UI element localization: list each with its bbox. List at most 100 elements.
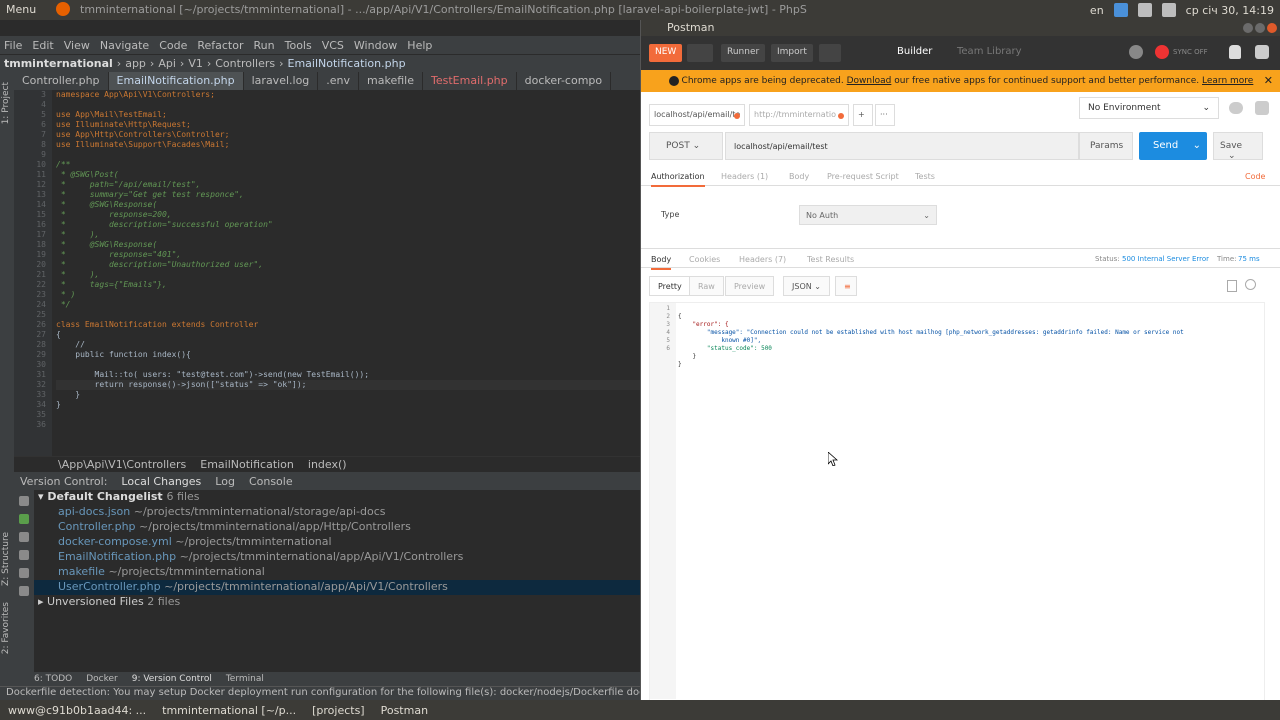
view-preview[interactable]: Preview (725, 276, 775, 296)
tab-log[interactable]: Log (215, 475, 235, 488)
code-crumb-namespace[interactable]: \App\Api\V1\Controllers (58, 458, 186, 471)
menu-refactor[interactable]: Refactor (197, 39, 243, 52)
tab-console[interactable]: Console (249, 475, 293, 488)
search-icon[interactable] (1245, 279, 1256, 290)
download-link[interactable]: Download (847, 76, 892, 86)
tab-local-changes[interactable]: Local Changes (121, 475, 201, 488)
terminal-tab[interactable]: Terminal (226, 674, 264, 684)
copy-icon[interactable] (1227, 280, 1237, 292)
auth-type-select[interactable]: No Auth ⌄ (799, 205, 937, 225)
taskbar-item-postman[interactable]: Postman (373, 704, 436, 717)
save-button[interactable]: Save ⌄ (1213, 132, 1263, 161)
close-banner-icon[interactable]: ✕ (1264, 70, 1273, 92)
language-indicator[interactable]: en (1090, 4, 1104, 17)
skype-icon[interactable] (1113, 3, 1128, 17)
download-icon[interactable] (19, 586, 29, 596)
shelve-icon[interactable] (19, 568, 29, 578)
todo-tab[interactable]: 6: TODO (34, 674, 72, 684)
send-button[interactable]: Send ⌄ (1139, 132, 1207, 160)
tab-authorization[interactable]: Authorization (651, 172, 705, 187)
close-icon[interactable] (1267, 23, 1277, 33)
request-tab-2[interactable]: http://tmminternatio (749, 104, 849, 126)
project-tool-tab[interactable]: 1: Project (1, 82, 11, 124)
sidebar-toggle-icon[interactable] (687, 44, 713, 62)
list-item[interactable]: makefile ~/projects/tmminternational (34, 565, 640, 580)
format-select[interactable]: JSON ⌄ (783, 276, 830, 296)
code-crumb-class[interactable]: EmailNotification (200, 458, 294, 471)
tab-makefile[interactable]: makefile (359, 72, 424, 90)
menu-navigate[interactable]: Navigate (100, 39, 149, 52)
taskbar-item-terminal[interactable]: www@c91b0b1aad44: ... (0, 704, 154, 717)
tab-laravel-log[interactable]: laravel.log (244, 72, 319, 90)
response-body[interactable]: 123 456 { "error": { "message": "Connect… (649, 302, 1265, 702)
method-select[interactable]: POST ⌄ (649, 132, 723, 160)
menu-file[interactable]: File (4, 39, 22, 52)
list-item[interactable]: UserController.php ~/projects/tmminterna… (34, 580, 640, 595)
notifications-icon[interactable] (1229, 45, 1241, 59)
favorites-tool-tab[interactable]: 2: Favorites (1, 602, 11, 654)
request-tab-1[interactable]: localhost/api/email/te (649, 104, 745, 126)
menu-code[interactable]: Code (159, 39, 187, 52)
unversioned-header[interactable]: ▸ Unversioned Files 2 files (34, 595, 640, 610)
tab-env[interactable]: .env (318, 72, 360, 90)
menu-edit[interactable]: Edit (32, 39, 53, 52)
crumb-app[interactable]: app (125, 57, 146, 70)
tab-testemail[interactable]: TestEmail.php (423, 72, 517, 90)
menu-run[interactable]: Run (254, 39, 275, 52)
eye-icon[interactable] (1229, 102, 1243, 114)
settings-icon[interactable] (1255, 45, 1269, 59)
interceptor-icon[interactable] (1129, 45, 1143, 59)
team-library-tab[interactable]: Team Library (957, 46, 1022, 57)
structure-tool-tab[interactable]: Z: Structure (1, 532, 11, 586)
new-button[interactable]: NEW (649, 44, 683, 62)
docker-tab[interactable]: Docker (86, 674, 118, 684)
crumb-controllers[interactable]: Controllers (215, 57, 275, 70)
resp-tab-body[interactable]: Body (651, 255, 672, 270)
taskbar-item-phpstorm[interactable]: tmminternational [~/p... (154, 704, 304, 717)
version-control-tab[interactable]: 9: Version Control (132, 674, 212, 684)
crumb-api[interactable]: Api (158, 57, 176, 70)
list-item[interactable]: Controller.php ~/projects/tmminternation… (34, 520, 640, 535)
list-item[interactable]: api-docs.json ~/projects/tmminternationa… (34, 505, 640, 520)
view-pretty[interactable]: Pretty (649, 276, 691, 296)
learn-more-link[interactable]: Learn more (1202, 76, 1253, 86)
tab-docker-compose[interactable]: docker-compo (517, 72, 612, 90)
builder-tab[interactable]: Builder (897, 46, 932, 57)
revert-icon[interactable] (19, 532, 29, 542)
refresh-icon[interactable] (19, 496, 29, 506)
network-icon[interactable] (1137, 3, 1152, 17)
sync-icon[interactable] (1155, 45, 1169, 59)
tab-emailnotification[interactable]: EmailNotification.php (108, 72, 244, 90)
url-input[interactable]: localhost/api/email/test (725, 132, 1079, 160)
runner-button[interactable]: Runner (721, 44, 766, 62)
minimize-icon[interactable] (1243, 23, 1253, 33)
code-editor[interactable]: namespace App\Api\V1\Controllers; use Ap… (52, 90, 640, 456)
add-tab-button[interactable]: + (853, 104, 873, 126)
resp-tab-tests[interactable]: Test Results (807, 255, 854, 264)
new-window-icon[interactable] (819, 44, 841, 62)
list-item[interactable]: docker-compose.yml ~/projects/tmminterna… (34, 535, 640, 550)
env-settings-icon[interactable] (1255, 101, 1269, 115)
wrap-icon[interactable]: ≡ (835, 276, 857, 296)
menu-window[interactable]: Window (354, 39, 397, 52)
list-item[interactable]: EmailNotification.php ~/projects/tmminte… (34, 550, 640, 565)
menu-tools[interactable]: Tools (285, 39, 312, 52)
resp-tab-headers[interactable]: Headers (7) (739, 255, 786, 264)
tab-tests[interactable]: Tests (915, 172, 935, 181)
crumb-v1[interactable]: V1 (188, 57, 203, 70)
menu-vcs[interactable]: VCS (322, 39, 344, 52)
code-crumb-method[interactable]: index() (308, 458, 347, 471)
resp-tab-cookies[interactable]: Cookies (689, 255, 720, 264)
tab-controller[interactable]: Controller.php (14, 72, 109, 90)
firefox-icon[interactable] (56, 2, 70, 16)
import-button[interactable]: Import (771, 44, 813, 62)
view-raw[interactable]: Raw (689, 276, 724, 296)
commit-icon[interactable] (19, 514, 29, 524)
tab-headers[interactable]: Headers (1) (721, 172, 768, 181)
menu-view[interactable]: View (64, 39, 90, 52)
tab-body[interactable]: Body (789, 172, 809, 181)
system-menu-button[interactable]: Menu (6, 3, 36, 16)
crumb-project[interactable]: tmminternational (4, 57, 113, 70)
maximize-icon[interactable] (1255, 23, 1265, 33)
taskbar-item-projects[interactable]: [projects] (304, 704, 373, 717)
